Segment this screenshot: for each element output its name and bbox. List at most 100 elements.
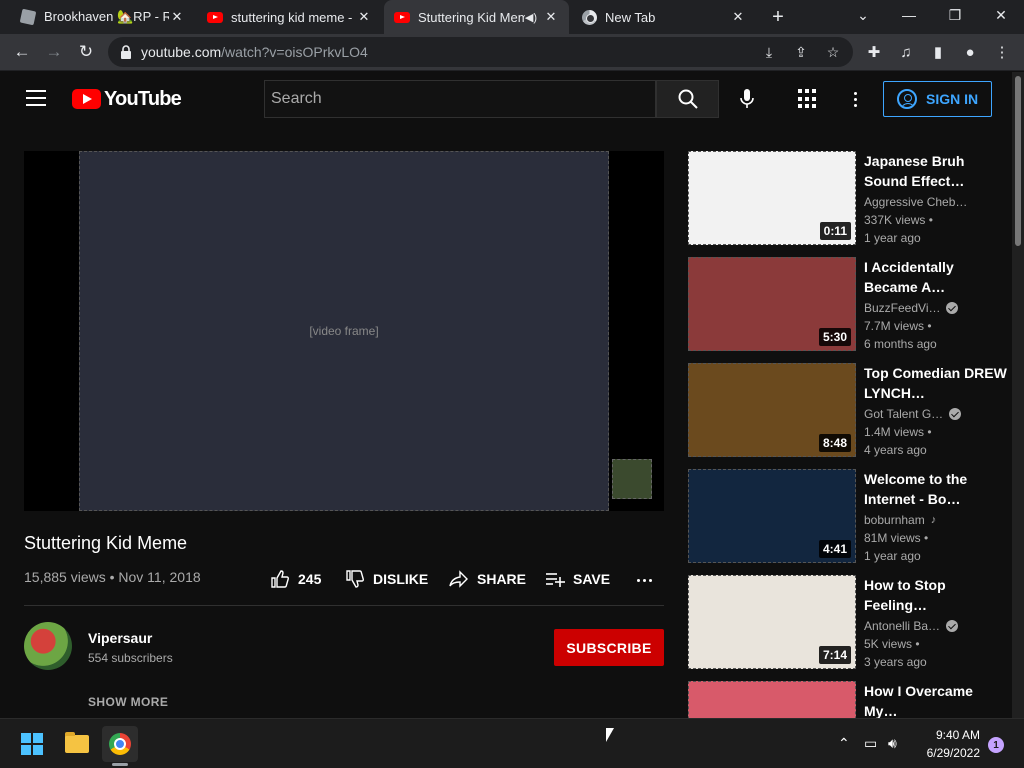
clock-time[interactable]: 9:40 AM <box>920 728 980 742</box>
video-title[interactable]: Welcome to the Internet - Bo… <box>864 469 1008 509</box>
folder-icon <box>65 732 89 753</box>
recommendation-item[interactable]: How I Overcame My… <box>688 681 1008 718</box>
menu-icon[interactable] <box>26 90 46 106</box>
tab-title: New Tab <box>605 9 656 25</box>
youtube-header: YouTube SIGN IN <box>0 72 1012 126</box>
close-icon[interactable]: ✕ <box>169 9 185 25</box>
subscribe-button[interactable]: SUBSCRIBE <box>554 629 664 666</box>
tab-stuttering-video[interactable]: Stuttering Kid Mem ◀) ✕ <box>384 0 569 34</box>
chevron-up-icon[interactable]: ⌃ <box>838 735 850 752</box>
settings-more-icon[interactable] <box>847 87 863 111</box>
voice-search-button[interactable] <box>735 87 759 111</box>
divider <box>24 605 664 606</box>
video-duration: 0:11 <box>819 222 851 240</box>
browser-menu-icon[interactable]: ⋮ <box>992 42 1012 62</box>
reload-button[interactable]: ↻ <box>72 38 100 66</box>
browser-tab-strip: Brookhaven 🏡RP - Ro ✕ stuttering kid mem… <box>0 0 1024 34</box>
video-title[interactable]: I Accidentally Became A… <box>864 257 1008 297</box>
page-scrollbar[interactable] <box>1012 72 1024 718</box>
channel-name[interactable]: BuzzFeedVi… <box>864 301 1008 315</box>
more-actions-icon[interactable] <box>634 570 654 590</box>
forward-button[interactable]: → <box>40 38 68 66</box>
account-icon <box>897 89 917 109</box>
recommendation-item[interactable]: 8:48 Top Comedian DREW LYNCH… Got Talent… <box>688 363 1008 457</box>
start-button[interactable] <box>14 726 50 762</box>
chrome-taskbar-button[interactable] <box>102 726 138 762</box>
save-button[interactable]: SAVE <box>545 568 610 590</box>
speaker-icon[interactable]: ◀) <box>525 11 537 24</box>
view-count: 81M views • <box>864 531 929 545</box>
video-title[interactable]: How to Stop Feeling… <box>864 575 1008 615</box>
window-close-button[interactable]: ✕ <box>978 0 1024 30</box>
scrollbar-thumb[interactable] <box>1015 76 1021 246</box>
video-info: How to Stop Feeling… Antonelli Ba… 5K vi… <box>864 575 1008 669</box>
roblox-icon <box>19 8 37 26</box>
share-button[interactable]: SHARE <box>449 568 526 590</box>
channel-watermark[interactable] <box>612 459 652 499</box>
video-thumbnail[interactable]: 8:48 <box>688 363 856 457</box>
video-title[interactable]: Japanese Bruh Sound Effect… <box>864 151 1008 191</box>
bookmark-star-icon[interactable]: ☆ <box>824 43 842 61</box>
address-bar[interactable]: youtube.com/watch?v=oisOPrkvLO4 ⤓ ⇪ ☆ <box>108 37 853 67</box>
channel-name[interactable]: Vipersaur <box>88 630 152 646</box>
recommendation-item[interactable]: 7:14 How to Stop Feeling… Antonelli Ba… … <box>688 575 1008 669</box>
profile-icon[interactable]: ● <box>960 42 980 62</box>
channel-avatar[interactable] <box>24 622 72 670</box>
share-icon[interactable]: ⇪ <box>792 43 810 61</box>
dislike-button[interactable]: DISLIKE <box>345 568 428 590</box>
chrome-icon <box>109 733 131 755</box>
video-title[interactable]: Top Comedian DREW LYNCH… <box>864 363 1008 403</box>
search-button[interactable] <box>656 80 719 118</box>
install-icon[interactable]: ⤓ <box>760 43 778 61</box>
back-button[interactable]: ← <box>8 38 36 66</box>
volume-icon[interactable]: 🔊︎ <box>888 735 897 752</box>
video-title[interactable]: How I Overcame My… <box>864 681 1008 718</box>
notification-badge[interactable]: 1 <box>988 737 1004 753</box>
like-count: 245 <box>298 571 322 587</box>
like-button[interactable]: 245 <box>270 568 321 590</box>
subscriber-count: 554 subscribers <box>88 651 173 665</box>
channel-name[interactable]: Got Talent G… <box>864 407 1008 421</box>
clock-date[interactable]: 6/29/2022 <box>910 746 980 760</box>
channel-name[interactable]: Antonelli Ba… <box>864 619 1008 633</box>
sign-in-label: SIGN IN <box>926 91 979 107</box>
close-icon[interactable]: ✕ <box>730 9 746 25</box>
upload-age: 1 year ago <box>864 231 921 245</box>
show-more-button[interactable]: SHOW MORE <box>88 695 168 709</box>
close-icon[interactable]: ✕ <box>356 9 372 25</box>
apps-grid-icon[interactable] <box>796 89 818 109</box>
file-explorer-button[interactable] <box>59 726 95 762</box>
video-thumbnail[interactable]: 7:14 <box>688 575 856 669</box>
extensions-icon[interactable]: ✚ <box>864 42 884 62</box>
video-thumbnail[interactable]: 4:41 <box>688 469 856 563</box>
close-icon[interactable]: ✕ <box>543 9 559 25</box>
restore-button[interactable]: ❐ <box>932 0 978 30</box>
new-tab-button[interactable]: + <box>766 5 790 29</box>
recommendation-item[interactable]: 0:11 Japanese Bruh Sound Effect… Aggress… <box>688 151 1008 245</box>
video-info: Top Comedian DREW LYNCH… Got Talent G… 1… <box>864 363 1008 457</box>
network-icon[interactable]: ▭ <box>864 735 877 752</box>
channel-name[interactable]: Aggressive Cheb… <box>864 195 1008 209</box>
windows-taskbar: ⌃ ▭ 🔊︎ 9:40 AM 6/29/2022 1 <box>0 718 1024 768</box>
youtube-play-icon <box>72 89 101 109</box>
channel-name[interactable]: boburnham ♪ <box>864 513 1008 527</box>
microphone-icon <box>740 89 754 108</box>
video-thumbnail[interactable]: 5:30 <box>688 257 856 351</box>
media-control-icon[interactable]: ♫ <box>896 42 916 62</box>
video-player[interactable]: [video frame] <box>24 151 664 511</box>
video-thumbnail[interactable] <box>688 681 856 718</box>
tab-search-icon[interactable]: ⌄ <box>840 0 886 30</box>
search-input[interactable] <box>271 81 649 117</box>
video-thumbnail[interactable]: 0:11 <box>688 151 856 245</box>
sign-in-button[interactable]: SIGN IN <box>883 81 992 117</box>
tab-brookhaven[interactable]: Brookhaven 🏡RP - Ro ✕ <box>10 0 195 34</box>
youtube-logo[interactable]: YouTube <box>72 88 182 110</box>
recommendation-item[interactable]: 5:30 I Accidentally Became A… BuzzFeedVi… <box>688 257 1008 351</box>
side-panel-icon[interactable]: ▮ <box>928 42 948 62</box>
active-app-indicator <box>112 763 128 766</box>
minimize-button[interactable]: — <box>886 0 932 30</box>
video-duration: 8:48 <box>818 434 851 452</box>
tab-new-tab[interactable]: New Tab ✕ <box>571 0 756 34</box>
tab-stuttering-search[interactable]: stuttering kid meme - Y ✕ <box>197 0 382 34</box>
recommendation-item[interactable]: 4:41 Welcome to the Internet - Bo… bobur… <box>688 469 1008 563</box>
